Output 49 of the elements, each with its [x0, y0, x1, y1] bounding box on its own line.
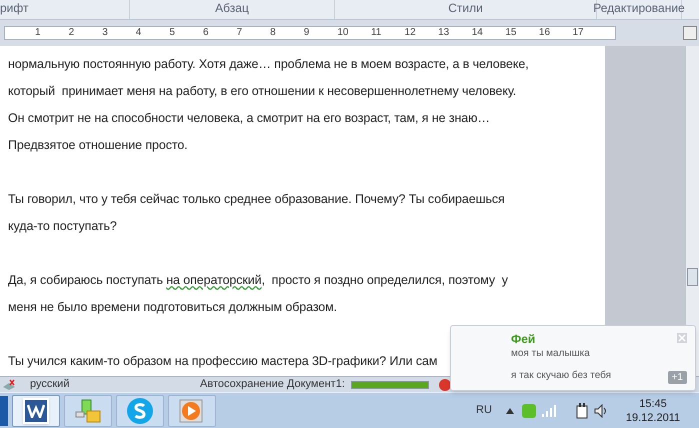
up-arrow-icon[interactable] — [506, 408, 514, 414]
ruler-number: 9 — [304, 28, 310, 38]
ruler-number: 16 — [538, 28, 552, 38]
ruler-number: 11 — [370, 28, 382, 38]
taskbar-app-button[interactable] — [12, 394, 60, 426]
start-button[interactable] — [0, 396, 8, 426]
document-line: нормальную постоянную работу. Хотя даже… проблема не в моем возрасте, а в человеке, — [8, 56, 529, 73]
ruler-number: 14 — [472, 28, 484, 38]
document-line: который принимает меня на работу, в его отношении к несовершеннолетнему человеку. — [8, 83, 516, 100]
document-app-icon — [23, 398, 49, 424]
ruler-number: 17 — [572, 28, 585, 38]
ruler-number: 6 — [202, 28, 210, 38]
ruler-number: 5 — [169, 28, 176, 38]
taskbar-app-button[interactable] — [64, 394, 112, 426]
close-icon[interactable] — [677, 333, 687, 343]
ruler-number: 12 — [404, 28, 417, 38]
document-line: Ты говорил, что у тебя сейчас только среднее образование. Почему? Ты собираешься — [8, 191, 505, 208]
document-line: Ты учился каким-то образом на профессию мастера 3D-графики? Или сам — [8, 353, 438, 370]
language-label[interactable]: русский — [30, 376, 122, 393]
message-count-badge: +1 — [668, 371, 687, 384]
document-line: Предвзятое отношение просто. — [8, 137, 188, 154]
document-line: меня не было времени подготовиться должным образом. — [8, 299, 338, 316]
s-logo-icon — [126, 396, 154, 424]
ruler-number: 13 — [438, 28, 450, 38]
document-line: куда-то поступать? — [8, 218, 117, 235]
ruler-number: 2 — [68, 28, 76, 38]
ribbon-group-label: Стили — [448, 0, 483, 17]
ruler-number: 4 — [136, 28, 142, 38]
language-indicator[interactable]: RU — [476, 402, 492, 419]
speaker-icon[interactable] — [594, 404, 608, 418]
sender-name: Фей — [511, 331, 536, 347]
document-line: Да, я собираюсь поступать на операторский, просто я поздно определился, поэтому у — [8, 272, 508, 289]
ribbon-group-label: рифт — [0, 0, 28, 17]
message-text: я так скучаю без тебя — [511, 369, 612, 383]
clock-time[interactable]: 15:45 — [639, 396, 667, 410]
ruler-number: 1 — [35, 28, 42, 38]
signal-bars-icon[interactable] — [542, 404, 558, 416]
ribbon-group-label: Редактирование — [593, 0, 685, 17]
clock-date[interactable]: 19.12.2011 — [626, 410, 680, 424]
autosave-label: Автосохранение Документ1: — [200, 377, 345, 392]
ruler-number: 10 — [337, 28, 350, 38]
ruler-number: 3 — [102, 28, 109, 38]
ruler-number: 15 — [505, 28, 518, 38]
message-text: моя ты малышка — [511, 347, 590, 361]
ribbon-group-label: Абзац — [215, 0, 249, 17]
ruler-number: 8 — [270, 28, 277, 38]
scroll-thumb[interactable] — [687, 268, 698, 286]
ruler-number: 7 — [236, 28, 244, 38]
document-line: Он смотрит не на способности человека, а смотрит на его возраст, там, я не знаю… — [8, 110, 490, 127]
